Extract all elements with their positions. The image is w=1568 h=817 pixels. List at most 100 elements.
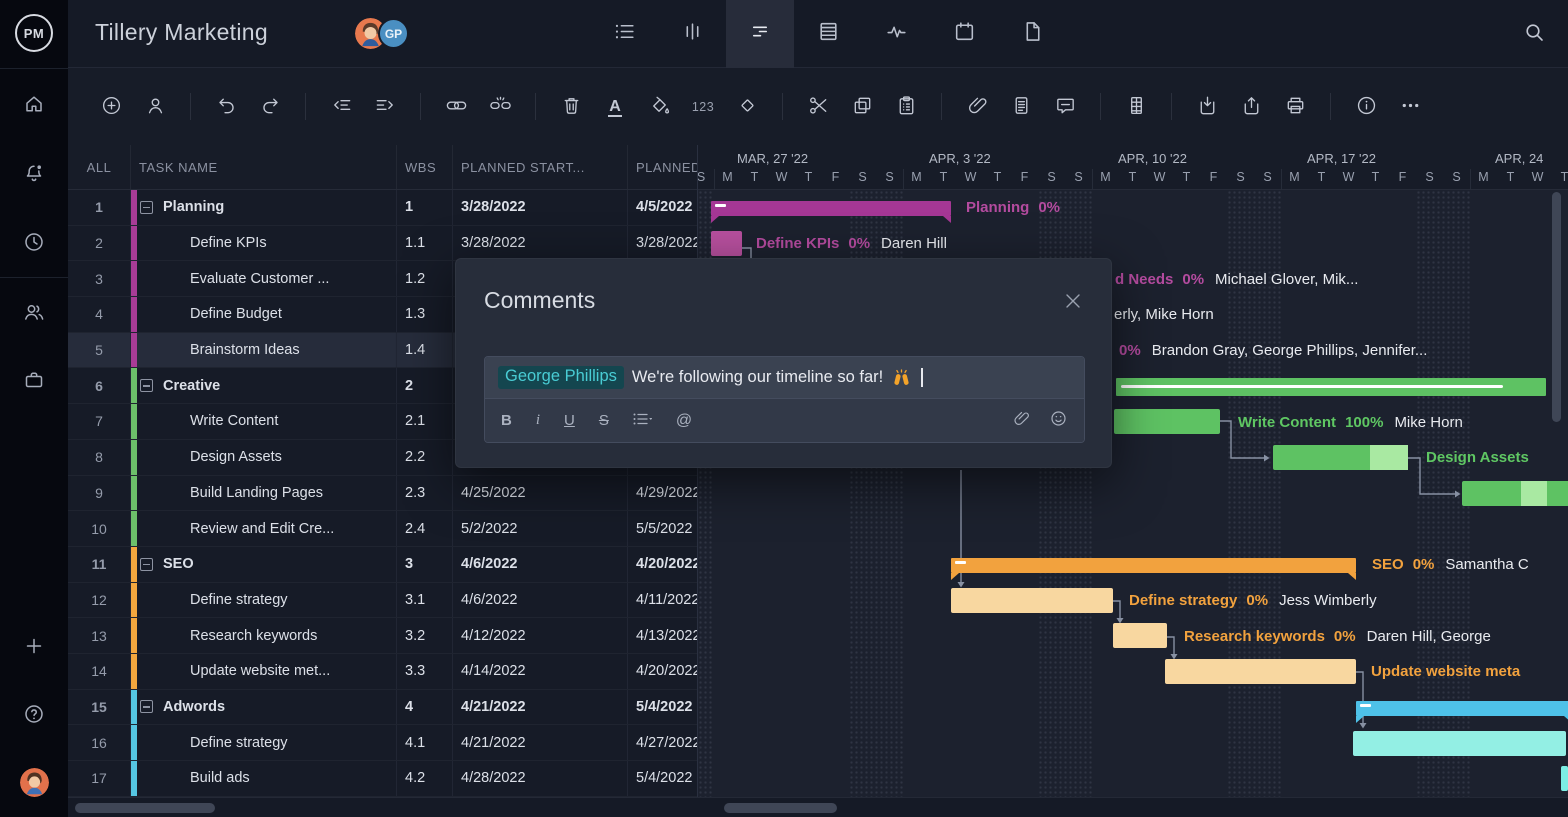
attachment-button[interactable] bbox=[960, 90, 994, 124]
member-avatar-initials[interactable]: GP bbox=[378, 18, 409, 49]
tab-calendar[interactable] bbox=[930, 0, 998, 68]
wbs-cell[interactable]: 2.1 bbox=[397, 404, 453, 439]
wbs-cell[interactable]: 2.2 bbox=[397, 440, 453, 475]
mention-button[interactable]: @ bbox=[676, 412, 692, 430]
import-button[interactable] bbox=[1190, 90, 1224, 124]
help-icon[interactable] bbox=[14, 694, 54, 734]
task-name-cell[interactable]: Creative bbox=[131, 368, 397, 403]
gantt-summary-bar[interactable] bbox=[711, 201, 951, 216]
planned-start-cell[interactable]: 4/21/2022 bbox=[453, 725, 628, 760]
notifications-bell-icon[interactable] bbox=[14, 153, 54, 193]
task-name-cell[interactable]: Review and Edit Cre... bbox=[131, 511, 397, 546]
planned-start-cell[interactable]: 4/6/2022 bbox=[453, 547, 628, 582]
wbs-cell[interactable]: 2.4 bbox=[397, 511, 453, 546]
fill-color-button[interactable] bbox=[642, 90, 676, 124]
gantt-summary-bar[interactable] bbox=[1356, 701, 1568, 716]
gantt-task-bar[interactable] bbox=[1114, 409, 1220, 434]
task-name-cell[interactable]: Design Assets bbox=[131, 440, 397, 475]
planned-finish-cell[interactable]: 4/11/2022 bbox=[628, 583, 697, 618]
task-name-cell[interactable]: Build Landing Pages bbox=[131, 476, 397, 511]
pm-logo[interactable]: PM bbox=[15, 14, 53, 52]
planned-finish-cell[interactable]: 4/20/2022 bbox=[628, 654, 697, 689]
collapse-icon[interactable] bbox=[140, 201, 153, 214]
planned-start-cell[interactable]: 3/28/2022 bbox=[453, 226, 628, 261]
gantt-summary-bar[interactable] bbox=[1116, 378, 1546, 396]
gantt-task-bar[interactable] bbox=[1353, 731, 1566, 756]
strikethrough-button[interactable]: S bbox=[599, 412, 609, 429]
collapse-icon[interactable] bbox=[140, 558, 153, 571]
cut-button[interactable] bbox=[801, 90, 835, 124]
notes-button[interactable] bbox=[1004, 90, 1038, 124]
task-name-cell[interactable]: Update website met... bbox=[131, 654, 397, 689]
copy-button[interactable] bbox=[845, 90, 879, 124]
wbs-cell[interactable]: 3 bbox=[397, 547, 453, 582]
tab-list[interactable] bbox=[590, 0, 658, 68]
info-button[interactable] bbox=[1349, 90, 1383, 124]
task-name-cell[interactable]: Research keywords bbox=[131, 618, 397, 653]
milestone-button[interactable] bbox=[730, 90, 764, 124]
gantt-task-bar[interactable] bbox=[1273, 445, 1408, 470]
planned-finish-cell[interactable]: 4/20/2022 bbox=[628, 547, 697, 582]
table-row[interactable]: 10Review and Edit Cre...2.45/2/20225/5/2… bbox=[68, 511, 697, 547]
task-name-cell[interactable]: Define strategy bbox=[131, 583, 397, 618]
export-button[interactable] bbox=[1234, 90, 1268, 124]
task-name-cell[interactable]: Write Content bbox=[131, 404, 397, 439]
table-row[interactable]: 2Define KPIs1.13/28/20223/28/2022 bbox=[68, 226, 697, 262]
wbs-cell[interactable]: 4.1 bbox=[397, 725, 453, 760]
wbs-cell[interactable]: 1.4 bbox=[397, 333, 453, 368]
table-row[interactable]: 13Research keywords3.24/12/20224/13/2022 bbox=[68, 618, 697, 654]
task-name-cell[interactable]: Define strategy bbox=[131, 725, 397, 760]
gantt-task-bar[interactable] bbox=[1165, 659, 1356, 684]
add-plus-icon[interactable] bbox=[14, 626, 54, 666]
task-name-cell[interactable]: Brainstorm Ideas bbox=[131, 333, 397, 368]
columns-button[interactable] bbox=[1119, 90, 1153, 124]
task-name-cell[interactable]: SEO bbox=[131, 547, 397, 582]
column-wbs[interactable]: WBS bbox=[397, 145, 453, 189]
wbs-cell[interactable]: 1.2 bbox=[397, 261, 453, 296]
gantt-summary-bar[interactable] bbox=[951, 558, 1356, 573]
task-name-cell[interactable]: Define Budget bbox=[131, 297, 397, 332]
column-task-name[interactable]: TASK NAME bbox=[131, 145, 397, 189]
portfolio-briefcase-icon[interactable] bbox=[14, 360, 54, 400]
timesheet-clock-icon[interactable] bbox=[14, 222, 54, 262]
unlink-tasks-button[interactable] bbox=[483, 90, 517, 124]
attach-icon[interactable] bbox=[1012, 409, 1031, 433]
outdent-button[interactable] bbox=[324, 90, 358, 124]
task-name-cell[interactable]: Adwords bbox=[131, 690, 397, 725]
assign-user-button[interactable] bbox=[138, 90, 172, 124]
gantt-task-bar[interactable] bbox=[951, 588, 1113, 613]
gantt-task-bar[interactable] bbox=[1462, 481, 1568, 506]
search-icon[interactable] bbox=[1522, 20, 1550, 48]
planned-start-cell[interactable]: 3/28/2022 bbox=[453, 190, 628, 225]
column-planned-finish[interactable]: PLANNED FINISH bbox=[628, 145, 697, 189]
tab-activity[interactable] bbox=[862, 0, 930, 68]
planned-start-cell[interactable]: 4/6/2022 bbox=[453, 583, 628, 618]
wbs-cell[interactable]: 3.1 bbox=[397, 583, 453, 618]
table-horizontal-scrollbar[interactable] bbox=[75, 803, 215, 813]
table-row[interactable]: 16Define strategy4.14/21/20224/27/2022 bbox=[68, 725, 697, 761]
paste-button[interactable] bbox=[889, 90, 923, 124]
gantt-task-bar[interactable] bbox=[1561, 766, 1568, 791]
wbs-cell[interactable]: 1.1 bbox=[397, 226, 453, 261]
team-icon[interactable] bbox=[14, 292, 54, 332]
planned-finish-cell[interactable]: 3/28/2022 bbox=[628, 226, 697, 261]
delete-button[interactable] bbox=[554, 90, 588, 124]
table-row[interactable]: 17Build ads4.24/28/20225/4/2022 bbox=[68, 761, 697, 797]
table-row[interactable]: 15Adwords44/21/20225/4/2022 bbox=[68, 690, 697, 726]
tab-sheet[interactable] bbox=[794, 0, 862, 68]
wbs-cell[interactable]: 3.2 bbox=[397, 618, 453, 653]
font-color-button[interactable]: A bbox=[598, 90, 632, 124]
gantt-horizontal-scrollbar[interactable] bbox=[724, 803, 837, 813]
wbs-cell[interactable]: 3.3 bbox=[397, 654, 453, 689]
planned-finish-cell[interactable]: 5/5/2022 bbox=[628, 511, 697, 546]
list-button[interactable] bbox=[633, 412, 652, 430]
planned-start-cell[interactable]: 4/12/2022 bbox=[453, 618, 628, 653]
table-row[interactable]: 9Build Landing Pages2.34/25/20224/29/202… bbox=[68, 476, 697, 512]
planned-start-cell[interactable]: 4/25/2022 bbox=[453, 476, 628, 511]
planned-start-cell[interactable]: 5/2/2022 bbox=[453, 511, 628, 546]
column-planned-start[interactable]: PLANNED START... bbox=[453, 145, 628, 189]
italic-button[interactable]: i bbox=[536, 412, 540, 429]
collapse-icon[interactable] bbox=[140, 379, 153, 392]
wbs-cell[interactable]: 2.3 bbox=[397, 476, 453, 511]
planned-start-cell[interactable]: 4/14/2022 bbox=[453, 654, 628, 689]
